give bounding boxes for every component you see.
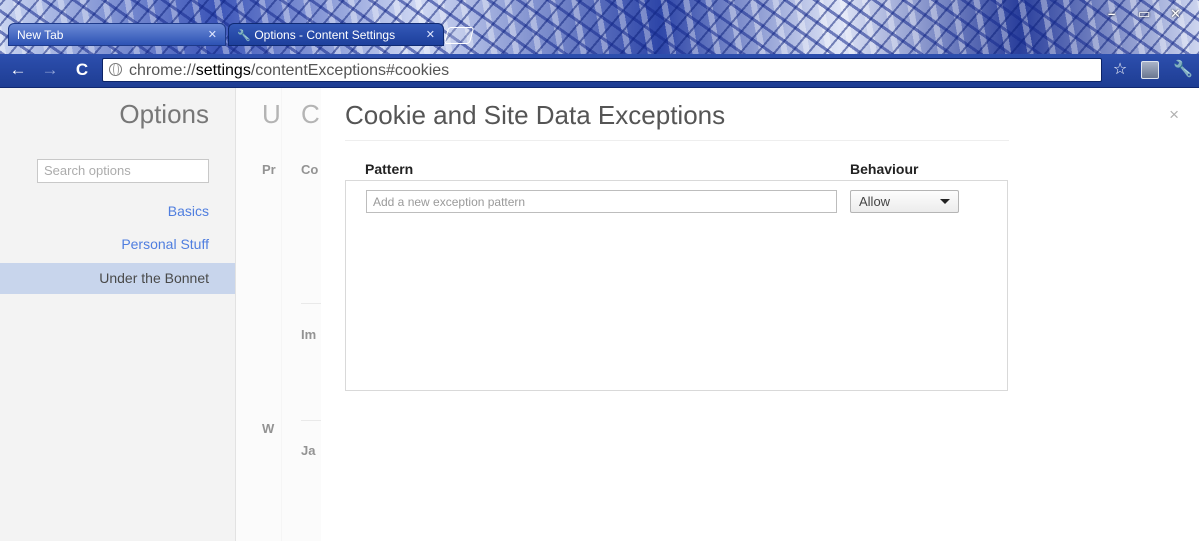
search-options-input[interactable]: Search options [37,159,209,183]
background-section-label: Co [301,162,319,177]
close-tab-icon[interactable]: ✕ [208,24,217,45]
divider [345,140,1009,141]
sidebar-title: Options [119,99,209,129]
address-bar[interactable]: chrome://settings/contentExceptions#cook… [102,58,1102,82]
sidebar-item-basics[interactable]: Basics [168,203,209,219]
cookie-exceptions-dialog: Cookie and Site Data Exceptions × Patter… [321,88,1199,541]
extension-icon[interactable] [1141,61,1159,79]
behaviour-selected-value: Allow [859,194,891,209]
dialog-title: Cookie and Site Data Exceptions [345,100,726,130]
options-sidebar: Options Search options Basics Personal S… [0,88,236,541]
forward-icon[interactable]: → [40,60,60,80]
exceptions-list: Add a new exception pattern Allow [345,180,1008,391]
close-tab-icon[interactable]: ✕ [426,24,435,45]
settings-page: Options Search options Basics Personal S… [0,88,1199,541]
background-section-label: Ja [301,443,316,458]
new-tab-button[interactable] [443,27,475,44]
divider [301,420,321,421]
window-close-icon[interactable]: ✕ [1170,6,1181,22]
background-section-label: Pr [262,162,276,177]
background-page-content-settings: C Co Im Ja [281,88,322,541]
wrench-menu-icon[interactable]: 🔧 [1172,60,1194,80]
tab-label: New Tab [17,28,64,42]
sidebar-item-under-the-bonnet[interactable]: Under the Bonnet [0,263,235,294]
behaviour-select[interactable]: Allow [850,190,959,213]
pattern-column-header: Pattern [365,161,414,177]
globe-icon [109,62,122,76]
browser-toolbar: ← → C chrome://settings/contentException… [0,54,1199,88]
divider [301,303,321,304]
minimize-icon[interactable]: – [1108,6,1115,21]
background-page-title: C [301,99,320,129]
tab-label: Options - Content Settings [254,28,396,42]
background-section-label: W [262,421,275,436]
background-section-label: Im [301,327,317,342]
close-icon[interactable]: × [1169,105,1179,125]
bookmark-star-icon[interactable]: ☆ [1109,60,1131,80]
new-exception-pattern-input[interactable]: Add a new exception pattern [366,190,837,213]
tab-new-tab[interactable]: New Tab ✕ [8,23,226,46]
sidebar-item-personal-stuff[interactable]: Personal Stuff [121,236,209,252]
background-page-title: U [262,99,281,129]
tab-options-content-settings[interactable]: 🔧 Options - Content Settings ✕ [228,23,444,46]
wrench-icon: 🔧 [237,30,251,42]
browser-titlebar: New Tab ✕ 🔧 Options - Content Settings ✕… [0,0,1199,54]
dropdown-arrow-icon [940,199,950,204]
background-page-under-the-bonnet: U Pr W [236,88,282,541]
back-icon[interactable]: ← [8,60,28,80]
behaviour-column-header: Behaviour [850,161,919,177]
reload-icon[interactable]: C [72,60,92,80]
maximize-icon[interactable]: ▭ [1138,6,1150,22]
url-text: chrome://settings/contentExceptions#cook… [129,62,450,79]
